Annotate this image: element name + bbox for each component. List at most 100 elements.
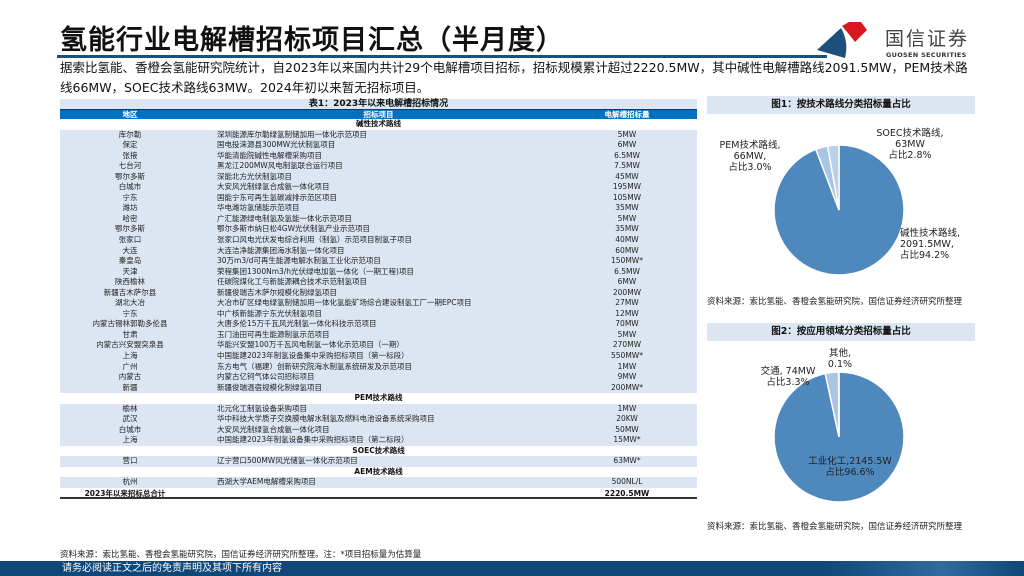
cell-capacity: 45MW: [615, 171, 639, 181]
pie-data-label: 交通, 74MW 占比3.3%: [761, 365, 816, 388]
pie-label-line: 占比2.8%: [888, 149, 931, 161]
pie-label-line: SOEC技术路线,: [876, 127, 943, 139]
cell-project: 国电投涞源县300MW光伏制氢项目: [217, 140, 336, 150]
pie-label-line: 63MW: [895, 139, 925, 150]
cell-project: 华中科技大学质子交换膜电解水制氢及燃料电池设备系统采购项目: [217, 414, 435, 424]
cell-project: 广汇能源绿电制氢及氢能一体化示范项目: [217, 213, 352, 223]
table-row: 广州 东方电气（福建）创新研究院海水制氢系统研发及示范项目 1MW: [60, 361, 697, 373]
table-row: 上海 中国能建2023年制氢设备集中采购招标项目（第一标段） 550MW*: [60, 350, 697, 362]
table-row: 宁东 中广核新能源宁东光伏制氢项目 12MW: [60, 308, 697, 320]
cell-project: 国能宁东可再生氢碳减排示范区项目: [217, 192, 337, 202]
cell-capacity: 70MW: [615, 319, 639, 329]
cell-project: 任碳院煤化工与新能源耦合技术示范制氢项目: [217, 277, 367, 287]
cell-capacity: 20KW: [616, 414, 638, 424]
pie-data-label: SOEC技术路线, 63MW 占比2.8%: [876, 127, 943, 161]
cell-capacity: 150MW*: [611, 256, 643, 266]
cell-project: 中国能建2023年制氢设备集中采购招标项目（第二标段）: [217, 435, 409, 445]
section-row: PEM技术路线: [60, 393, 697, 404]
cell-project: 中国能建2023年制氢设备集中采购招标项目（第一标段）: [217, 350, 409, 360]
cell-project: 新疆俊瑞吉木萨尔规模化制绿氢项目: [217, 287, 337, 297]
cell-capacity: 6MW: [617, 277, 637, 287]
cell-project: 鄂尔多斯市纳日松4GW光伏制氢产业示范项目: [217, 224, 370, 234]
cell-capacity: 12MW: [615, 308, 639, 318]
cell-project: 北元化工制氢设备采购项目: [217, 403, 307, 413]
cell-capacity: 35MW: [615, 224, 639, 234]
cell-region: 杭州: [122, 477, 138, 487]
table-row: 内蒙古锡林郭勒多伦县 大唐多伦15万千瓦风光制氢一体化科技示范项目 70MW: [60, 319, 697, 330]
table-row: 库尔勒 深圳能源库尔勒绿氢制储加用一体化示范项目 5MW: [60, 129, 697, 141]
cell-region: 营口: [122, 456, 138, 466]
cell-project: 黑龙江200MW风电制氢联合运行项目: [217, 161, 343, 171]
pie-label-line: 其他,: [829, 347, 851, 359]
pie-label-line: 0.1%: [828, 359, 852, 370]
cell-capacity: 5MW: [617, 329, 637, 339]
cell-region: 上海: [122, 435, 138, 445]
cell-project: 深圳能源库尔勒绿氢制储加用一体化示范项目: [217, 129, 367, 139]
cell-capacity: 5MW: [617, 129, 637, 139]
cell-capacity: 195MW: [612, 182, 642, 192]
cell-project: 大安风光制绿氢合成氨一体化项目: [217, 424, 330, 434]
cell-project: 玉门油田可再生能源制氢示范项目: [217, 329, 330, 339]
cell-region: 潍坊: [122, 203, 138, 213]
cell-project: 大连洁净能源集团海水制氢一体化项目: [217, 245, 345, 255]
header-region: 地区: [122, 110, 138, 119]
cell-capacity: 550MW*: [611, 350, 643, 360]
table-row: 武汉 华中科技大学质子交换膜电解水制氢及燃料电池设备系统采购项目 20KW: [60, 414, 697, 425]
table-row: 新疆 新疆俊瑞温宿规模化制绿氢项目 200MW*: [60, 382, 697, 394]
table-row: 鄂尔多斯 鄂尔多斯市纳日松4GW光伏制氢产业示范项目 35MW: [60, 224, 697, 235]
figure2-pie-chart: 工业化工,2145.5W 占比96.6% 交通, 74MW 占比3.3% 其他, 0.1%: [761, 347, 905, 503]
cell-capacity: 63MW*: [613, 456, 641, 466]
pie-label-line: 占比3.3%: [766, 376, 809, 388]
cell-project: 中广核新能源宁东光伏制氢项目: [217, 308, 322, 318]
cell-capacity: 500NL/L: [611, 477, 643, 487]
table-row: 湖北大冶 大冶市矿区绿电绿氢制储加用一体化氢能矿场综合建设制氢工厂一期EPC项目 2…: [60, 298, 697, 309]
cell-project: 西湖大学AEM电解槽采购项目: [217, 477, 316, 487]
table-row: 榆林 北元化工制氢设备采购项目 1MW: [60, 403, 697, 415]
table-row: 鄂尔多斯 深能北方光伏制氢项目 45MW: [60, 171, 697, 183]
table-caption: 表1：2023年以来电解槽招标情况: [60, 99, 697, 109]
figure2-source: 资料来源：索比氢能、香橙会氢能研究院，国信证券经济研究所整理: [707, 522, 963, 532]
cell-project: 30万m3/d可再生能源电解水制氢工业化示范项目: [217, 256, 381, 266]
section-row: AEM技术路线: [60, 466, 697, 478]
cell-project: 新疆俊瑞温宿规模化制绿氢项目: [217, 382, 322, 392]
cell-project: 辽宁营口500MW风光储氢一体化示范项目: [217, 456, 358, 466]
total-label: 2023年以来招标总合计: [84, 488, 166, 498]
table-row: 大连 大连洁净能源集团海水制氢一体化项目 60MW: [60, 245, 697, 257]
table-row: 哈密 广汇能源绿电制氢及氢能一体化示范项目 5MW: [60, 213, 697, 225]
cell-capacity: 6.5MW: [614, 266, 640, 276]
pie-label-line: 碱性技术路线,: [900, 227, 960, 239]
cell-region: 张掖: [122, 150, 138, 160]
cell-project: 大冶市矿区绿电绿氢制储加用一体化氢能矿场综合建设制氢工厂一期EPC项目: [217, 298, 472, 308]
table-row: 上海 中国能建2023年制氢设备集中采购招标项目（第二标段） 15MW*: [60, 435, 697, 446]
cell-capacity: 35MW: [615, 203, 639, 213]
cell-project: 大安风光制绿氢合成氨一体化项目: [217, 182, 330, 192]
table-row: 保定 国电投涞源县300MW光伏制氢项目 6MW: [60, 140, 697, 151]
logo-text-cn: 国信证券: [885, 28, 970, 50]
cell-region: 保定: [122, 140, 138, 150]
table-row: 陕西榆林 任碳院煤化工与新能源耦合技术示范制氢项目 6MW: [60, 277, 697, 288]
table-row: 杭州 西湖大学AEM电解槽采购项目 500NL/L: [60, 477, 697, 488]
cell-capacity: 27MW: [615, 298, 639, 308]
pie-label-line: 工业化工,2145.5W: [808, 455, 892, 467]
table-row: 宁东 国能宁东可再生氢碳减排示范区项目 105MW: [60, 192, 697, 204]
header-capacity: 电解槽招标量: [604, 110, 650, 119]
table-row: 甘肃 玉门油田可再生能源制氢示范项目 5MW: [60, 329, 697, 341]
tender-table: 表1：2023年以来电解槽招标情况 地区 招标项目 电解槽招标量 碱性技术路线库…: [60, 99, 697, 499]
pie-data-label: 其他, 0.1%: [828, 347, 852, 370]
cell-project: 华电潍坊氢储能示范项目: [217, 203, 300, 213]
table-header: 地区 招标项目 电解槽招标量: [60, 109, 697, 119]
cell-capacity: 7.5MW: [614, 161, 640, 171]
pie-data-label: 碱性技术路线, 2091.5MW,占比94.2%: [900, 227, 960, 261]
cell-capacity: 15MW*: [613, 435, 641, 445]
figure1-title: 图1：按技术路线分类招标量占比: [707, 96, 975, 114]
figure1-source: 资料来源：索比氢能、香橙会氢能研究院，国信证券经济研究所整理: [707, 297, 963, 307]
figure1-pie-chart: 碱性技术路线, 2091.5MW,占比94.2% PEM技术路线, 66MW,占比3.…: [720, 127, 960, 276]
table-row: 七台河 黑龙江200MW风电制氢联合运行项目 7.5MW: [60, 161, 697, 172]
cell-project: 深能北方光伏制氢项目: [217, 171, 292, 181]
cell-capacity: 105MW: [612, 192, 642, 202]
table-row: 天津 荣程集团1300Nm3/h光伏绿电加氢一体化（一期工程)项目 6.5MW: [60, 266, 697, 278]
cell-region: 七台河: [118, 161, 142, 171]
cell-region: 广州: [122, 361, 138, 371]
cell-capacity: 9MW: [617, 372, 637, 382]
cell-region: 内蒙古: [118, 372, 142, 382]
